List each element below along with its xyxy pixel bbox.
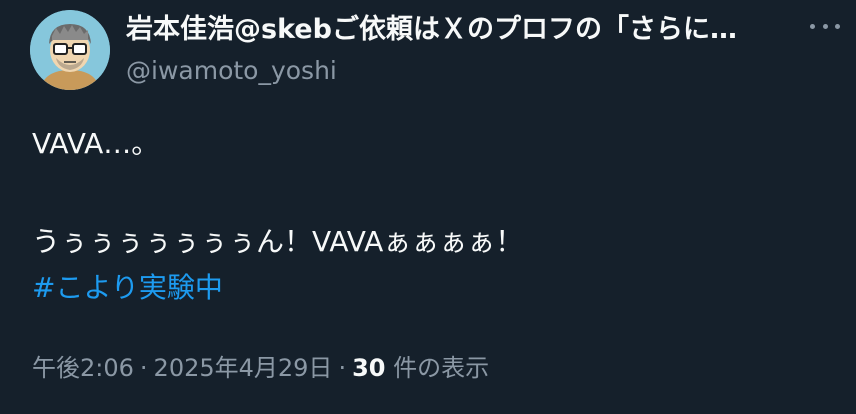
view-count[interactable]: 30 [352, 354, 385, 382]
avatar[interactable] [30, 10, 110, 90]
hashtag-link[interactable]: #こより実験中 [32, 268, 223, 308]
tweet-text-line: VAVA…。 [32, 127, 160, 160]
tweet-meta: 午後2:06 · 2025年4月29日 · 30 件の表示 [32, 350, 489, 386]
more-horizontal-icon[interactable] [810, 14, 840, 38]
tweet-date[interactable]: 2025年4月29日 [154, 354, 333, 382]
tweet-time[interactable]: 午後2:06 [32, 354, 134, 382]
view-label: 件の表示 [385, 354, 490, 382]
display-name[interactable]: 岩本佳浩@skebご依頼はＸのプロフの「さらに… [126, 12, 794, 48]
more-dot [835, 23, 840, 29]
more-dot [810, 23, 815, 29]
user-handle[interactable]: @iwamoto_yoshi [126, 56, 337, 86]
tweet-text-line: うぅぅぅぅぅぅぅん！VAVAぁぁぁぁ！ [32, 225, 524, 258]
more-dot [822, 23, 828, 29]
separator: · [139, 354, 148, 382]
avatar-illustration [30, 10, 110, 90]
separator: · [338, 354, 347, 382]
